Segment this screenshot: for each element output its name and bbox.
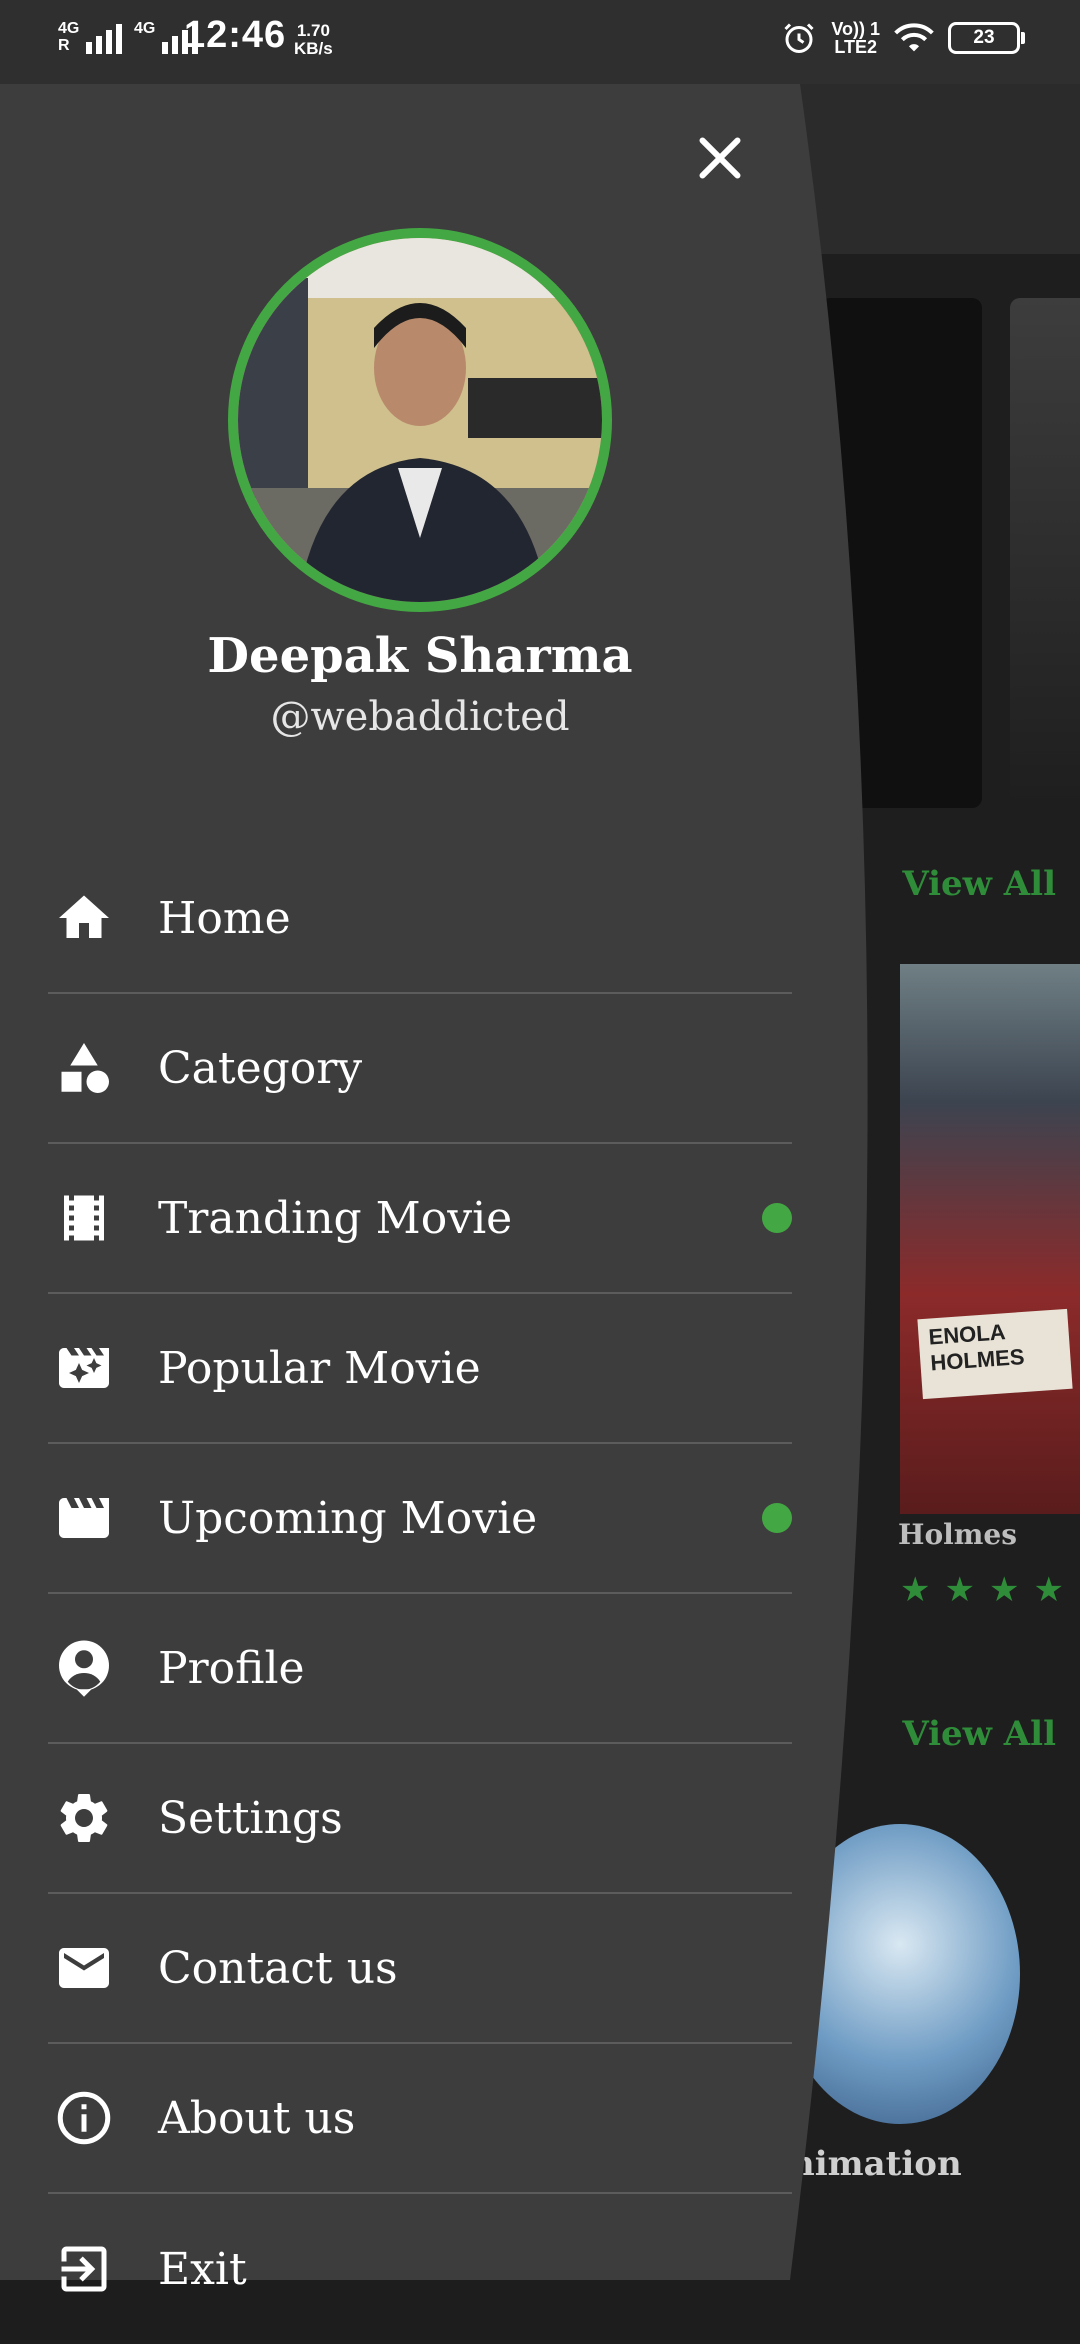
menu-item-trending-movie[interactable]: Tranding Movie	[48, 1144, 792, 1294]
menu-item-label: Exit	[158, 2243, 247, 2295]
home-icon	[52, 886, 116, 950]
menu-item-about-us[interactable]: About us	[48, 2044, 792, 2194]
menu-item-label: Home	[158, 892, 291, 944]
menu-item-label: Category	[158, 1042, 363, 1094]
menu-item-popular-movie[interactable]: Popular Movie	[48, 1294, 792, 1444]
status-bar: 4G R 4G 12:46 1.70 KB/s Vo)) 1 LTE2 23	[0, 0, 1080, 84]
exit-icon	[52, 2237, 116, 2301]
alarm-icon	[784, 23, 814, 53]
menu-item-label: Tranding Movie	[158, 1192, 513, 1244]
menu-item-label: About us	[158, 2092, 356, 2144]
close-button[interactable]	[690, 128, 750, 188]
info-icon	[52, 2086, 116, 2150]
clock: 12:46	[184, 14, 287, 56]
avatar[interactable]	[228, 228, 612, 612]
sim2-network-type: 4G	[134, 20, 156, 37]
drawer-menu: Home Category Tranding Movie Popular Mov…	[48, 844, 792, 2344]
menu-item-label: Contact us	[158, 1942, 398, 1994]
menu-item-category[interactable]: Category	[48, 994, 792, 1144]
user-handle: @webaddicted	[270, 694, 570, 740]
close-icon	[699, 137, 741, 179]
menu-item-contact-us[interactable]: Contact us	[48, 1894, 792, 2044]
film-strip-icon	[52, 1186, 116, 1250]
status-icons: Vo)) 1 LTE2 23	[781, 19, 1025, 57]
signal-bars-icon	[86, 20, 122, 54]
movie-filter-icon	[52, 1336, 116, 1400]
volte-indicator: Vo)) 1 LTE2	[831, 19, 880, 57]
wifi-icon	[894, 23, 934, 52]
menu-item-home[interactable]: Home	[48, 844, 792, 994]
roaming-indicator: R	[58, 37, 70, 54]
battery-icon: 23	[948, 22, 1025, 54]
network-speed: 1.70 KB/s	[294, 22, 333, 58]
menu-item-label: Settings	[158, 1792, 343, 1844]
menu-item-profile[interactable]: Profile	[48, 1594, 792, 1744]
profile-icon	[52, 1636, 116, 1700]
new-badge-dot	[762, 1203, 792, 1233]
menu-item-label: Profile	[158, 1642, 305, 1694]
profile-photo	[238, 238, 602, 602]
menu-item-label: Upcoming Movie	[158, 1492, 538, 1544]
mail-icon	[52, 1936, 116, 2000]
new-badge-dot	[762, 1503, 792, 1533]
sim1-network-type: 4G	[58, 20, 80, 37]
menu-item-exit[interactable]: Exit	[48, 2194, 792, 2344]
movie-clapper-icon	[52, 1486, 116, 1550]
user-name: Deepak Sharma	[207, 628, 633, 684]
sim1-signal: 4G R	[58, 20, 122, 54]
menu-item-label: Popular Movie	[158, 1342, 481, 1394]
menu-item-upcoming-movie[interactable]: Upcoming Movie	[48, 1444, 792, 1594]
category-icon	[52, 1036, 116, 1100]
gear-icon	[52, 1786, 116, 1850]
network-signal: 4G R 4G	[58, 20, 198, 54]
speed-value: 1.70	[296, 21, 330, 40]
speed-unit: KB/s	[294, 39, 333, 58]
navigation-drawer: Deepak Sharma @webaddicted Home Category…	[0, 84, 1080, 2295]
menu-item-settings[interactable]: Settings	[48, 1744, 792, 1894]
